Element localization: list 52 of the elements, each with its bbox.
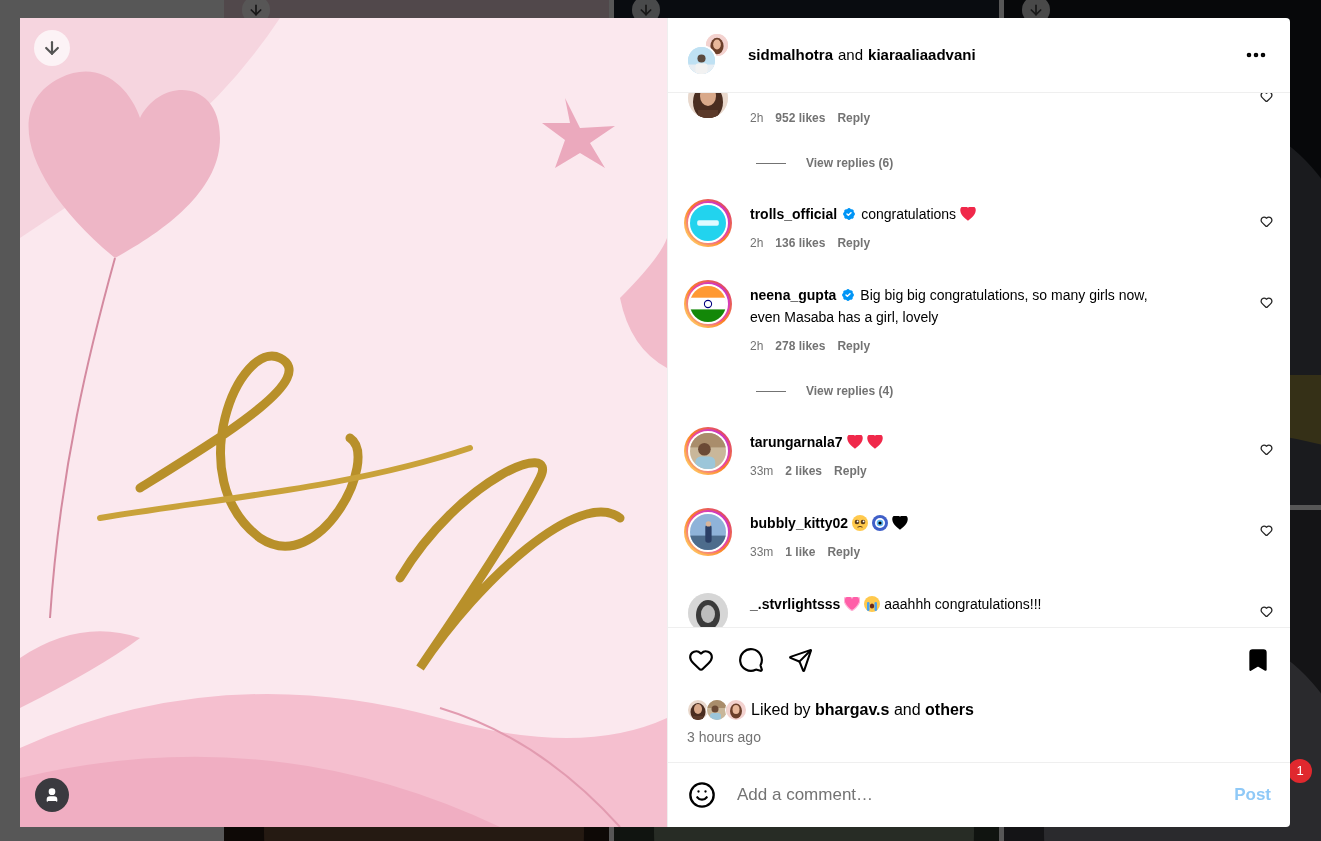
username[interactable]: neena_gupta: [750, 287, 837, 303]
likes-count[interactable]: 136 likes: [775, 234, 826, 252]
heart-icon: [960, 207, 977, 221]
likes-count[interactable]: 1 like: [785, 543, 816, 561]
comment-text: trolls_official congratulations: [750, 203, 1175, 225]
face-icon: [864, 596, 881, 612]
username[interactable]: bubbly_kitty02: [750, 515, 849, 531]
comment-text: neena_gupta Big big big congratulations, so many girls now, even Masaba has a girl, lovely: [750, 286, 1149, 327]
comment-time: 2h: [750, 338, 764, 355]
reply-button[interactable]: Reply: [837, 109, 871, 127]
likes-count[interactable]: 952 likes: [775, 109, 826, 127]
view-replies-link[interactable]: View replies (6): [806, 154, 894, 172]
reply-button[interactable]: Reply: [837, 234, 871, 252]
likes-count[interactable]: 278 likes: [775, 337, 826, 355]
comment-time: 2h: [750, 235, 764, 252]
reply-button[interactable]: Reply: [827, 543, 861, 561]
like-icon[interactable]: [1260, 215, 1273, 228]
comment-field[interactable]: Add a comment…: [737, 782, 1235, 808]
reply-button[interactable]: Reply: [837, 337, 871, 355]
comment-icon[interactable]: [738, 647, 764, 673]
face-icon: [852, 515, 869, 531]
comment-time: 2h: [750, 110, 764, 127]
comment-text: _.stvrlightsss aaahhh congratulations!!!: [750, 595, 1043, 614]
story-ring[interactable]: [684, 508, 732, 556]
like-icon[interactable]: [1260, 443, 1273, 456]
username[interactable]: sidmalhotra: [748, 43, 834, 67]
eye-charm-icon: [872, 515, 889, 531]
heart-icon: [892, 516, 909, 530]
username[interactable]: kiaraaliaadvani: [868, 43, 976, 67]
joiner-text: and: [838, 44, 864, 65]
likes-summary[interactable]: Liked by bhargav.s and others: [751, 698, 974, 722]
story-ring[interactable]: [684, 280, 732, 328]
comment-time: 33m: [750, 463, 774, 480]
heart-icon: [866, 435, 883, 449]
likes-count[interactable]: 2 likes: [785, 462, 823, 480]
emoji-icon[interactable]: [688, 781, 716, 809]
story-ring[interactable]: [684, 427, 732, 475]
like-icon[interactable]: [1260, 296, 1273, 309]
share-icon[interactable]: [788, 647, 813, 673]
comment-time: 33m: [750, 544, 774, 561]
like-icon[interactable]: [688, 647, 714, 673]
view-replies-link[interactable]: View replies (4): [806, 382, 894, 400]
like-icon[interactable]: [1260, 524, 1273, 537]
heart-icon: [846, 435, 863, 449]
reply-button[interactable]: Reply: [834, 462, 867, 480]
username[interactable]: trolls_official: [750, 206, 838, 222]
username[interactable]: tarungarnala7: [750, 434, 843, 450]
like-icon[interactable]: [1260, 605, 1273, 618]
username[interactable]: _.stvrlightsss: [750, 596, 841, 612]
heart-icon: [844, 597, 861, 611]
post-timestamp: 3 hours ago: [687, 729, 761, 745]
like-icon[interactable]: [1260, 93, 1273, 103]
